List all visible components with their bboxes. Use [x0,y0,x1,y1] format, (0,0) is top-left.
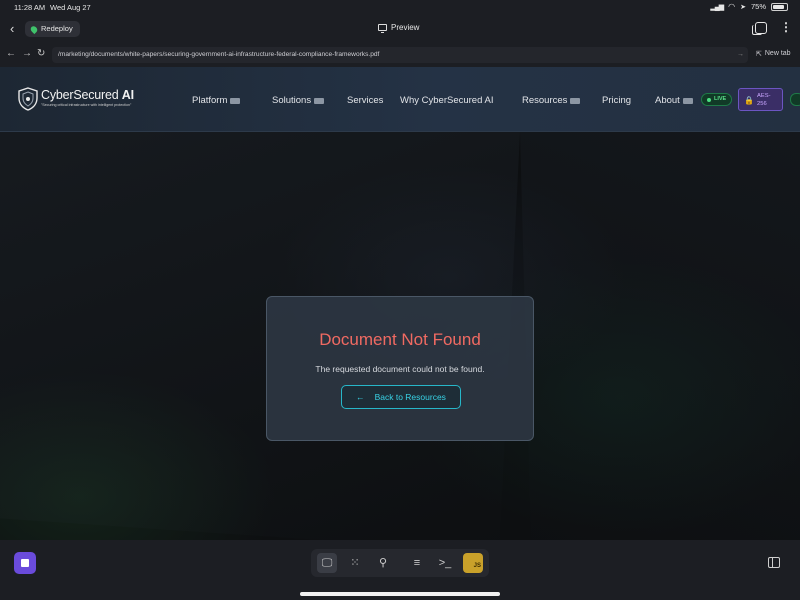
stop-button[interactable] [14,552,36,574]
brand-name[interactable]: CyberSecured AI [41,88,134,102]
nav-item-label: Why CyberSecured AI [400,95,494,106]
preview-title: Preview [378,23,420,33]
external-link-icon: ⇱ [756,51,762,58]
lock-icon: 🔒 [744,96,754,105]
brand-tagline: "Securing critical infrastructure with i… [41,103,132,107]
stop-icon [21,559,29,567]
dropdown-indicator-icon [682,97,693,104]
live-label: LIVE [714,96,727,102]
project-name: Redeploy [41,24,73,33]
site-navbar: CyberSecured AI "Securing critical infra… [0,67,800,132]
new-tab-label: New tab [764,50,791,57]
live-dot-icon [707,97,711,102]
dropdown-indicator-icon [570,97,581,104]
url-bar: ← → ↻ /marketing/documents/white-papers/… [0,45,800,65]
preview-icon[interactable]: 🖵 [317,553,337,573]
encryption-badge: 🔒 AES-256 [738,88,783,111]
new-tab-button[interactable]: ⇱ New tab [756,50,791,58]
brand-name-part1: CyberSecured [41,88,119,102]
monitor-icon [378,24,387,33]
url-input[interactable]: /marketing/documents/white-papers/securi… [52,47,748,63]
signal-icon: ▂▄▆ [710,3,724,11]
nav-item-about[interactable]: About [655,95,693,106]
sidebar-toggle-icon[interactable] [768,557,780,568]
nav-back-icon[interactable]: ← [6,48,16,59]
url-text: /marketing/documents/white-papers/securi… [58,51,380,58]
dropdown-indicator-icon [314,97,325,104]
back-icon[interactable]: ‹ [10,21,14,36]
database-icon[interactable]: ≡ [407,553,427,573]
arrow-left-icon: ← [356,392,365,402]
brand-name-part2: AI [121,88,134,102]
live-status-badge: LIVE [701,93,733,106]
shield-logo-icon[interactable] [18,87,38,111]
terminal-icon[interactable]: >_ [435,553,455,573]
nav-item-services[interactable]: Services [347,95,383,106]
tabs-icon[interactable] [752,22,767,35]
home-indicator [300,592,500,596]
error-message: The requested document could not be foun… [315,364,485,374]
back-to-resources-button[interactable]: ← Back to Resources [341,385,461,409]
bottom-dock: 🖵 ⁙ ⚲ ≡ >_ JS [0,540,800,600]
location-icon: ➤ [740,3,746,11]
js-icon[interactable]: JS [463,553,483,573]
tool-bar: 🖵 ⁙ ⚲ ≡ >_ JS [311,549,489,577]
battery-icon [771,2,788,11]
nav-item-label: Solutions [272,95,312,106]
nav-forward-icon[interactable]: → [22,48,32,59]
status-time: 11:28 AM [14,3,46,12]
nav-item-label: Resources [522,95,568,106]
background-facet [520,132,800,540]
error-card: Document Not Found The requested documen… [266,296,534,441]
encryption-label: AES-256 [757,93,771,107]
nav-item-resources[interactable]: Resources [522,95,581,106]
nav-item-label: About [655,95,680,106]
site-viewport: CyberSecured AI "Securing critical infra… [0,67,800,540]
nav-item-solutions[interactable]: Solutions [272,95,325,106]
more-menu-icon[interactable]: ⋮ [780,20,792,34]
app-bar: ‹ Redeploy Preview ⋮ [0,17,800,41]
deploy-icon[interactable]: ⚲ [373,553,393,573]
back-button-label: Back to Resources [374,392,446,402]
preview-label: Preview [391,23,420,32]
battery-percent: 75% [750,2,766,11]
nav-item-platform[interactable]: Platform [192,95,241,106]
status-chip [790,93,800,106]
reload-icon[interactable]: ↻ [37,48,45,59]
status-date: Wed Aug 27 [50,3,91,12]
nav-item-label: Platform [192,95,228,106]
location-pin-icon [29,24,39,34]
nav-item-why[interactable]: Why CyberSecured AI [400,95,493,106]
nav-item-pricing[interactable]: Pricing [602,95,631,106]
apps-icon[interactable]: ⁙ [345,553,365,573]
project-pill[interactable]: Redeploy [25,21,80,37]
dropdown-indicator-icon [230,97,241,104]
error-title: Document Not Found [319,330,481,349]
go-arrow-icon[interactable]: → [737,47,744,63]
status-bar: 11:28 AM Wed Aug 27 ▂▄▆ ◠ ➤ 75% [0,0,800,16]
status-indicators: ▂▄▆ ◠ ➤ 75% [710,2,788,11]
nav-item-label: Services [347,95,384,106]
wifi-icon: ◠ [728,2,736,11]
nav-item-label: Pricing [602,95,632,106]
